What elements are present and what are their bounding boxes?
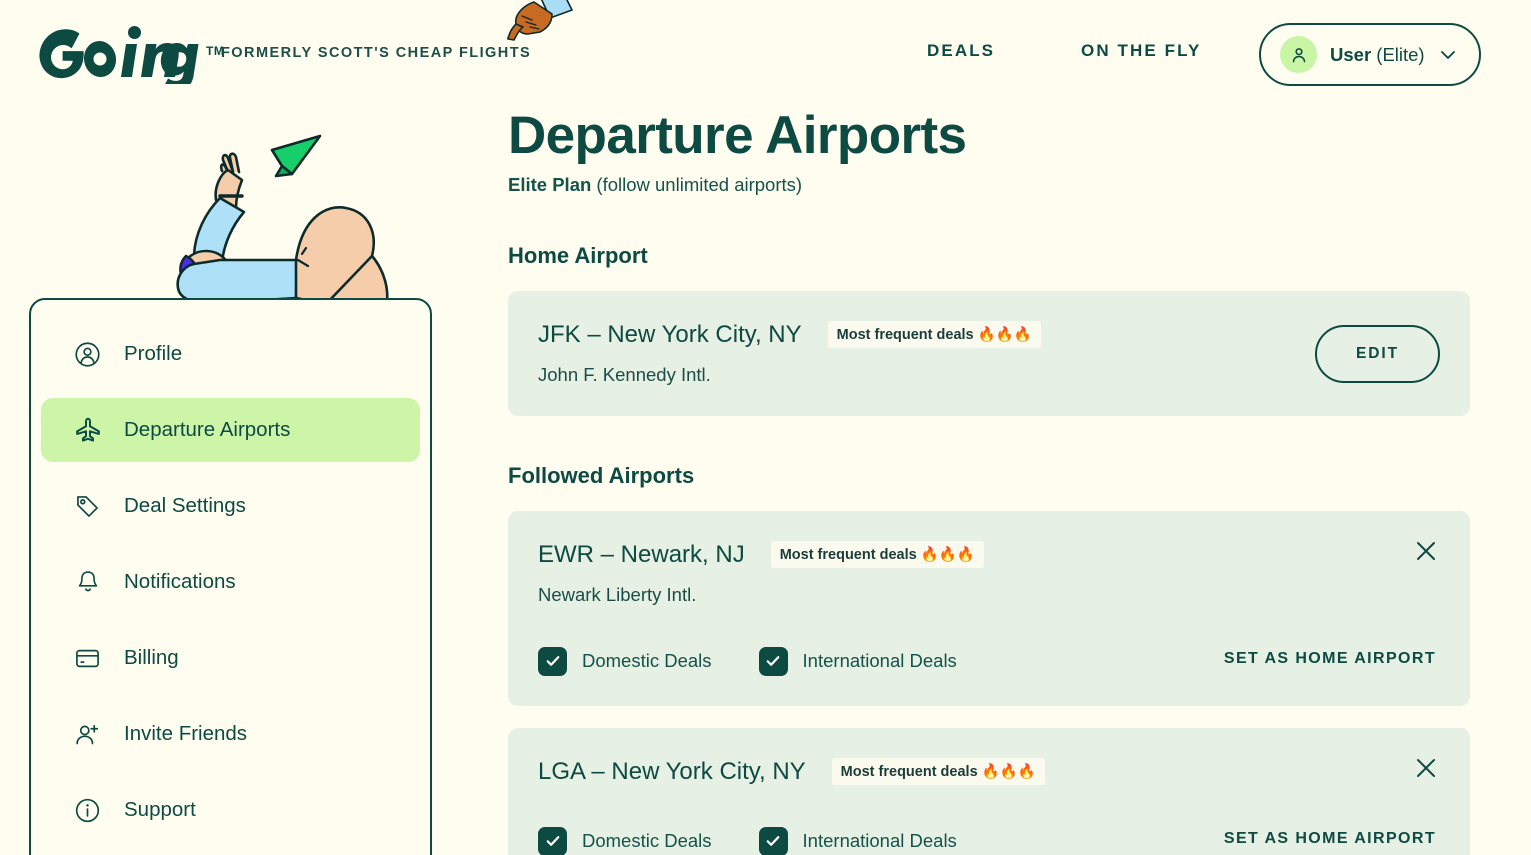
deal-toggles-row: Domestic Deals International Deals SET A… xyxy=(538,827,1438,855)
followed-airport-row: EWR – Newark, NJ Most frequent deals 🔥🔥🔥 xyxy=(538,541,1438,569)
checkbox-label: International Deals xyxy=(803,830,957,852)
credit-card-icon xyxy=(73,644,102,673)
sidebar-item-label: Deal Settings xyxy=(124,494,246,518)
sidebar-item-support[interactable]: Support xyxy=(41,778,420,842)
sidebar-item-profile[interactable]: Profile xyxy=(41,322,420,386)
tagline: FORMERLY SCOTT'S CHEAP FLIGHTS xyxy=(221,45,531,61)
close-icon[interactable] xyxy=(1408,533,1444,569)
sidebar-item-label: Billing xyxy=(124,646,179,670)
checkbox-checked-icon[interactable] xyxy=(538,827,567,855)
sidebar-item-invite-friends[interactable]: Invite Friends xyxy=(41,702,420,766)
checkbox-checked-icon[interactable] xyxy=(538,647,567,676)
page-root: TM FORMERLY SCOTT'S CHEAP FLIGHTS DEALS … xyxy=(0,0,1531,855)
chevron-down-icon xyxy=(1440,50,1456,60)
sidebar-item-departure-airports[interactable]: Departure Airports xyxy=(41,398,420,462)
plan-label: Elite Plan xyxy=(508,174,591,195)
followed-airport-card-ewr: EWR – Newark, NJ Most frequent deals 🔥🔥🔥… xyxy=(508,511,1470,706)
checkbox-checked-icon[interactable] xyxy=(759,827,788,855)
airport-subtitle: John F. Kennedy Intl. xyxy=(538,364,1438,386)
pointing-hand-illustration xyxy=(492,0,584,46)
international-deals-checkbox[interactable]: International Deals xyxy=(759,647,957,676)
person-icon xyxy=(1289,45,1309,65)
domestic-deals-checkbox[interactable]: Domestic Deals xyxy=(538,647,712,676)
home-airport-card: JFK – New York City, NY Most frequent de… xyxy=(508,291,1470,416)
user-plan: (Elite) xyxy=(1376,44,1424,65)
status-badge: Most frequent deals 🔥🔥🔥 xyxy=(828,321,1041,348)
tag-icon xyxy=(73,492,102,521)
sidebar-item-billing[interactable]: Billing xyxy=(41,626,420,690)
edit-button[interactable]: EDIT xyxy=(1315,325,1440,383)
nav-on-the-fly[interactable]: ON THE FLY xyxy=(1081,41,1202,61)
account-sidebar: Profile Departure Airports Deal Settings xyxy=(29,298,432,855)
going-logo[interactable]: TM xyxy=(38,22,224,84)
status-badge: Most frequent deals 🔥🔥🔥 xyxy=(771,541,984,568)
airplane-icon xyxy=(73,416,102,445)
sidebar-item-label: Invite Friends xyxy=(124,722,247,746)
going-wordmark-icon xyxy=(38,22,204,84)
deal-toggles-row: Domestic Deals International Deals SET A… xyxy=(538,647,1438,676)
user-menu-button[interactable]: User (Elite) xyxy=(1259,23,1481,86)
site-header: TM FORMERLY SCOTT'S CHEAP FLIGHTS DEALS … xyxy=(0,0,1531,108)
sidebar-item-notifications[interactable]: Notifications xyxy=(41,550,420,614)
user-circle-icon xyxy=(73,340,102,369)
user-plus-icon xyxy=(73,720,102,749)
plan-subtitle: Elite Plan (follow unlimited airports) xyxy=(508,174,1470,196)
nav-deals[interactable]: DEALS xyxy=(927,41,995,61)
followed-airports-heading: Followed Airports xyxy=(508,463,1470,489)
international-deals-checkbox[interactable]: International Deals xyxy=(759,827,957,855)
info-circle-icon xyxy=(73,796,102,825)
sidebar-item-label: Profile xyxy=(124,342,182,366)
sidebar-item-label: Support xyxy=(124,798,196,822)
checkbox-label: International Deals xyxy=(803,650,957,672)
user-name: User xyxy=(1330,44,1371,65)
user-label: User (Elite) xyxy=(1330,44,1425,66)
status-badge: Most frequent deals 🔥🔥🔥 xyxy=(832,758,1045,785)
airport-title: EWR – Newark, NJ xyxy=(538,541,745,569)
airport-subtitle: Newark Liberty Intl. xyxy=(538,584,1438,606)
sidebar-item-label: Notifications xyxy=(124,570,236,594)
airport-title: JFK – New York City, NY xyxy=(538,321,802,349)
followed-airport-card-lga: LGA – New York City, NY Most frequent de… xyxy=(508,728,1470,855)
set-as-home-airport-button[interactable]: SET AS HOME AIRPORT xyxy=(1224,650,1436,668)
set-as-home-airport-button[interactable]: SET AS HOME AIRPORT xyxy=(1224,830,1436,848)
domestic-deals-checkbox[interactable]: Domestic Deals xyxy=(538,827,712,855)
followed-airport-row: LGA – New York City, NY Most frequent de… xyxy=(538,758,1438,786)
home-airport-row: JFK – New York City, NY Most frequent de… xyxy=(538,321,1438,349)
sidebar-item-label: Departure Airports xyxy=(124,418,290,442)
close-icon[interactable] xyxy=(1408,750,1444,786)
home-airport-heading: Home Airport xyxy=(508,243,1470,269)
plan-note: (follow unlimited airports) xyxy=(591,174,802,195)
checkbox-checked-icon[interactable] xyxy=(759,647,788,676)
page-title: Departure Airports xyxy=(508,108,1470,164)
avatar xyxy=(1280,36,1317,73)
sidebar-item-deal-settings[interactable]: Deal Settings xyxy=(41,474,420,538)
bell-icon xyxy=(73,568,102,597)
checkbox-label: Domestic Deals xyxy=(582,650,712,672)
main-content: Departure Airports Elite Plan (follow un… xyxy=(508,108,1470,855)
checkbox-label: Domestic Deals xyxy=(582,830,712,852)
airport-title: LGA – New York City, NY xyxy=(538,758,806,786)
